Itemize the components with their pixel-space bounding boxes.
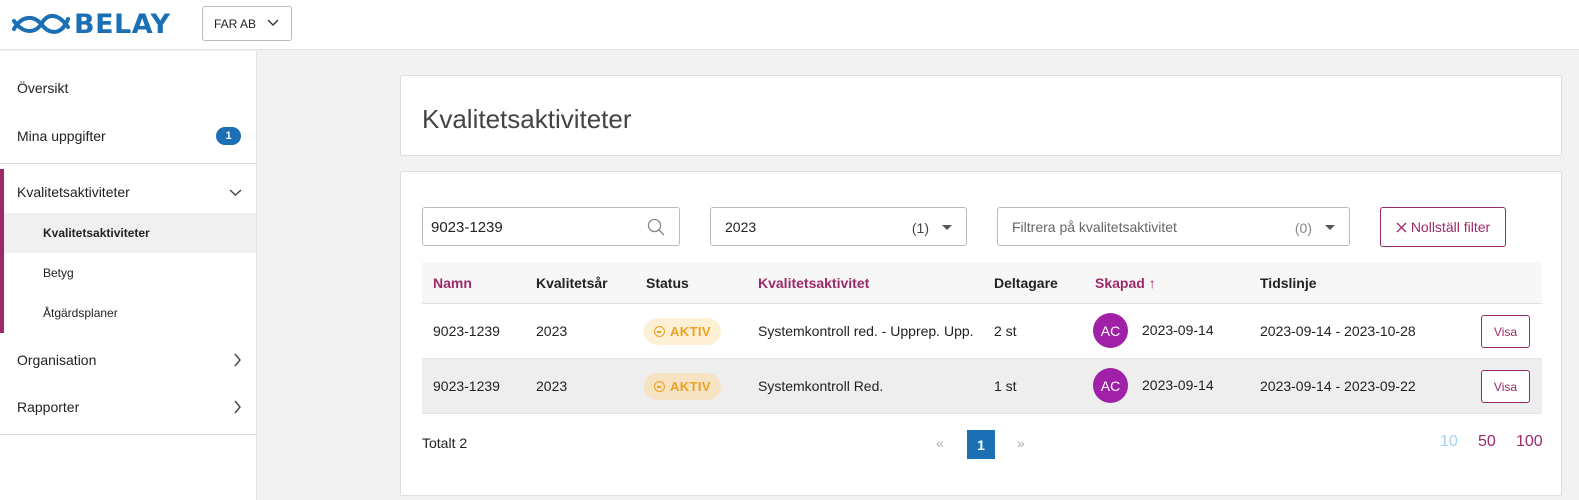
cell-year: 2023 xyxy=(536,323,568,339)
status-pending-icon xyxy=(654,381,665,392)
sidebar-item-label: Översikt xyxy=(17,80,69,96)
search-icon[interactable] xyxy=(647,218,665,236)
cell-created: 2023-09-14 xyxy=(1142,322,1214,338)
chevron-right-icon xyxy=(234,353,241,367)
organisation-selector[interactable]: FAR AB xyxy=(202,6,292,41)
avatar: AC xyxy=(1093,368,1128,403)
total-count: Totalt 2 xyxy=(422,435,468,451)
pagination-next[interactable]: » xyxy=(1017,435,1025,451)
page-size-10[interactable]: 10 xyxy=(1440,433,1458,451)
activity-filter-count: (0) xyxy=(1294,220,1312,236)
sidebar: Översikt Mina uppgifter 1 Kvalitetsaktiv… xyxy=(0,51,257,500)
reset-filter-label: Nollställ filter xyxy=(1410,219,1491,235)
sidebar-item-overview[interactable]: Översikt xyxy=(0,75,256,101)
pagination-prev[interactable]: « xyxy=(936,435,944,451)
cell-name: 9023-1239 xyxy=(433,378,500,394)
status-badge: AKTIV xyxy=(644,318,721,345)
sort-ascending-icon: ↑ xyxy=(1148,275,1156,291)
sidebar-item-quality-activities[interactable]: Kvalitetsaktiviteter xyxy=(4,169,256,215)
sidebar-item-label: Kvalitetsaktiviteter xyxy=(17,184,130,200)
chevron-right-icon xyxy=(234,400,241,414)
reset-filter-button[interactable]: Nollställ filter xyxy=(1380,207,1506,247)
avatar: AC xyxy=(1093,313,1128,348)
status-badge-label: AKTIV xyxy=(670,379,711,394)
logo-text: BELAY xyxy=(74,8,171,40)
year-filter-count: (1) xyxy=(911,220,929,236)
column-header-status: Status xyxy=(646,275,689,291)
table-row: 9023-1239 2023 AKTIV Systemkontroll red.… xyxy=(422,304,1542,359)
tasks-count-badge: 1 xyxy=(216,127,241,145)
chevron-down-icon xyxy=(229,188,242,196)
sidebar-item-organisation[interactable]: Organisation xyxy=(0,337,256,383)
sidebar-group-quality: Kvalitetsaktiviteter Kvalitetsaktivitete… xyxy=(0,169,256,333)
view-button[interactable]: Visa xyxy=(1481,370,1530,403)
sidebar-item-label: Mina uppgifter xyxy=(17,128,106,144)
page-title: Kvalitetsaktiviteter xyxy=(422,104,632,134)
activity-filter-select[interactable]: Filtrera på kvalitetsaktivitet (0) xyxy=(997,207,1350,246)
sidebar-item-my-tasks[interactable]: Mina uppgifter 1 xyxy=(0,123,256,149)
search-input[interactable] xyxy=(431,216,641,238)
search-field[interactable] xyxy=(422,207,680,246)
cell-timeline: 2023-09-14 - 2023-09-22 xyxy=(1260,378,1416,394)
sidebar-item-label: Organisation xyxy=(17,352,97,368)
sidebar-item-label: Rapporter xyxy=(17,399,80,415)
status-badge: AKTIV xyxy=(644,373,721,400)
pagination-current-page[interactable]: 1 xyxy=(967,430,995,459)
year-filter-select[interactable]: 2023 (1) xyxy=(710,207,967,246)
sidebar-subitem-label: Kvalitetsaktiviteter xyxy=(43,226,150,240)
top-bar: BELAY FAR AB xyxy=(0,0,1579,50)
cell-participants: 2 st xyxy=(994,323,1017,339)
column-header-timeline: Tidslinje xyxy=(1260,275,1317,291)
sidebar-divider xyxy=(0,163,256,164)
column-header-participants: Deltagare xyxy=(994,275,1058,291)
page-title-card: Kvalitetsaktiviteter xyxy=(400,75,1562,156)
cell-activity: Systemkontroll red. - Upprep. Upp. xyxy=(758,323,974,339)
sidebar-subitem-label: Åtgärdsplaner xyxy=(43,306,118,320)
sidebar-subitem-label: Betyg xyxy=(43,266,74,280)
activity-filter-placeholder: Filtrera på kvalitetsaktivitet xyxy=(1012,218,1177,235)
sidebar-subitem-action-plans[interactable]: Åtgärdsplaner xyxy=(4,293,256,333)
sidebar-subitem-quality-activities[interactable]: Kvalitetsaktiviteter xyxy=(4,213,256,253)
table-header: Namn Kvalitetsår Status Kvalitetsaktivit… xyxy=(422,262,1542,304)
sidebar-item-reports[interactable]: Rapporter xyxy=(0,384,256,430)
column-header-created-label: Skapad xyxy=(1095,275,1145,291)
organisation-selector-label: FAR AB xyxy=(214,16,257,31)
cell-activity: Systemkontroll Red. xyxy=(758,378,884,394)
cell-name: 9023-1239 xyxy=(433,323,500,339)
caret-down-icon xyxy=(942,225,952,230)
page-size-100[interactable]: 100 xyxy=(1516,433,1543,451)
page-size-50[interactable]: 50 xyxy=(1478,433,1496,451)
column-header-name[interactable]: Namn xyxy=(433,275,472,291)
column-header-year: Kvalitetsår xyxy=(536,275,608,291)
status-badge-label: AKTIV xyxy=(670,324,711,339)
chevron-down-icon xyxy=(267,19,279,26)
table-row: 9023-1239 2023 AKTIV Systemkontroll Red.… xyxy=(422,359,1542,414)
cell-year: 2023 xyxy=(536,378,568,394)
sidebar-subitem-grades[interactable]: Betyg xyxy=(4,253,256,293)
belay-rope-icon xyxy=(12,14,70,34)
view-button[interactable]: Visa xyxy=(1481,315,1530,348)
quality-activities-card: 2023 (1) Filtrera på kvalitetsaktivitet … xyxy=(400,171,1562,496)
column-header-activity[interactable]: Kvalitetsaktivitet xyxy=(758,275,869,291)
close-icon xyxy=(1396,222,1407,232)
sidebar-divider xyxy=(0,434,256,435)
year-filter-value: 2023 xyxy=(725,218,757,235)
caret-down-icon xyxy=(1325,225,1335,230)
status-pending-icon xyxy=(654,326,665,337)
belay-logo[interactable]: BELAY xyxy=(12,6,171,42)
cell-participants: 1 st xyxy=(994,378,1017,394)
cell-created: 2023-09-14 xyxy=(1142,377,1214,393)
cell-timeline: 2023-09-14 - 2023-10-28 xyxy=(1260,323,1416,339)
column-header-created[interactable]: Skapad ↑ xyxy=(1095,275,1156,291)
